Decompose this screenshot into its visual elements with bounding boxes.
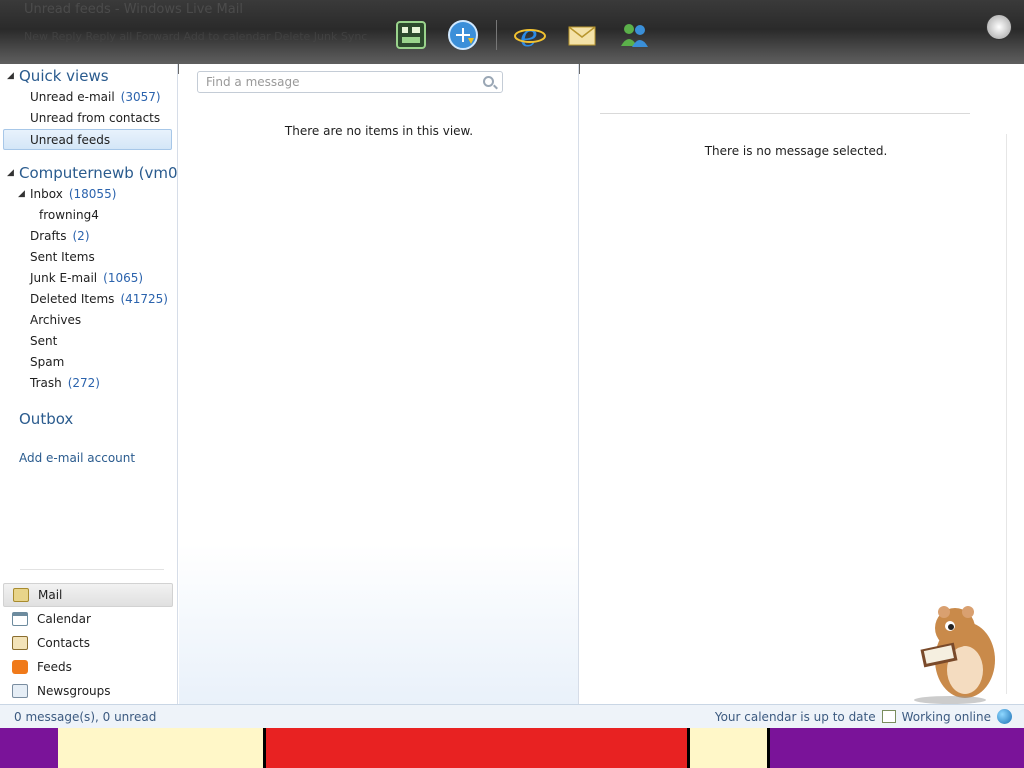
add-email-account-link[interactable]: Add e-mail account — [0, 451, 177, 465]
toolbar-ghost: New Reply Reply all Forward Add to calen… — [24, 30, 368, 43]
folder-sent-items[interactable]: Sent Items — [0, 247, 177, 268]
window-title: Unread feeds - Windows Live Mail — [24, 2, 243, 17]
folder-inbox[interactable]: ◢ Inbox (18055) — [0, 184, 177, 205]
calendar-status: Your calendar is up to date — [714, 709, 876, 724]
globe-download-icon[interactable] — [444, 16, 482, 54]
messenger-icon[interactable] — [615, 16, 653, 54]
mail-icon[interactable] — [563, 16, 601, 54]
search-input[interactable]: Find a message — [206, 75, 300, 89]
corner-tool-icon[interactable] — [986, 14, 1012, 40]
module-switcher: Mail Calendar Contacts Feeds Newsgroups — [0, 569, 178, 703]
globe-icon — [997, 709, 1012, 724]
status-bar: 0 message(s), 0 unread Your calendar is … — [0, 704, 1024, 728]
outbox-folder[interactable]: Outbox — [0, 408, 177, 430]
header-separator — [600, 113, 970, 114]
switcher-calendar[interactable]: Calendar — [3, 607, 173, 631]
search-icon[interactable] — [483, 76, 494, 87]
dock-icons: e — [392, 16, 653, 54]
folder-drafts[interactable]: Drafts (2) — [0, 226, 177, 247]
account-header[interactable]: ◢ Computernewb (vm0... — [0, 162, 177, 184]
folder-frowning4[interactable]: frowning4 — [0, 205, 177, 226]
rss-feed-icon — [12, 660, 28, 674]
newsgroups-icon — [12, 684, 28, 698]
quick-view-unread-email[interactable]: Unread e-mail (3057) — [0, 87, 177, 108]
folder-sent[interactable]: Sent — [0, 331, 177, 352]
empty-list-message: There are no items in this view. — [284, 124, 474, 138]
wallpaper-red-block — [263, 728, 690, 768]
message-count-status: 0 message(s), 0 unread — [14, 709, 157, 724]
folder-spam[interactable]: Spam — [0, 352, 177, 373]
folder-archives[interactable]: Archives — [0, 310, 177, 331]
quick-views-header[interactable]: ◢ Quick views — [0, 65, 177, 87]
wallpaper-purple-right — [767, 728, 1024, 768]
calendar-icon — [12, 612, 28, 626]
wallpaper-purple-left — [0, 728, 58, 768]
switcher-newsgroups[interactable]: Newsgroups — [3, 679, 173, 703]
folder-junk-email[interactable]: Junk E-mail (1065) — [0, 268, 177, 289]
hamster-pet-icon — [910, 600, 1010, 704]
status-right: Your calendar is up to date Working onli… — [715, 709, 1012, 724]
top-dock: Unread feeds - Windows Live Mail New Rep… — [0, 0, 1024, 74]
calendar-icon — [881, 710, 896, 723]
dock-separator — [496, 20, 497, 50]
switcher-contacts[interactable]: Contacts — [3, 631, 173, 655]
search-box[interactable]: Find a message — [197, 71, 503, 93]
no-message-selected: There is no message selected. — [704, 144, 888, 158]
contacts-icon — [12, 636, 28, 650]
quick-view-unread-contacts[interactable]: Unread from contacts — [0, 108, 177, 129]
svg-text:e: e — [520, 19, 538, 52]
collapse-triangle-icon[interactable]: ◢ — [7, 65, 14, 87]
online-status[interactable]: Working online — [902, 710, 991, 724]
mail-icon — [13, 588, 29, 602]
quick-view-unread-feeds[interactable]: Unread feeds — [3, 129, 172, 150]
switcher-feeds[interactable]: Feeds — [3, 655, 173, 679]
app-icon[interactable] — [392, 16, 430, 54]
collapse-triangle-icon[interactable]: ◢ — [7, 162, 14, 184]
desktop-wallpaper — [0, 728, 1024, 768]
collapse-triangle-icon[interactable]: ◢ — [18, 184, 25, 205]
message-list-pane: Find a message There are no items in thi… — [179, 64, 579, 704]
divider — [20, 569, 164, 577]
folder-trash[interactable]: Trash (272) — [0, 373, 177, 394]
switcher-mail[interactable]: Mail — [3, 583, 173, 607]
internet-explorer-icon[interactable]: e — [511, 16, 549, 54]
folder-deleted-items[interactable]: Deleted Items (41725) — [0, 289, 177, 310]
folder-pane: ◢ Quick views Unread e-mail (3057) Unread… — [0, 64, 178, 704]
